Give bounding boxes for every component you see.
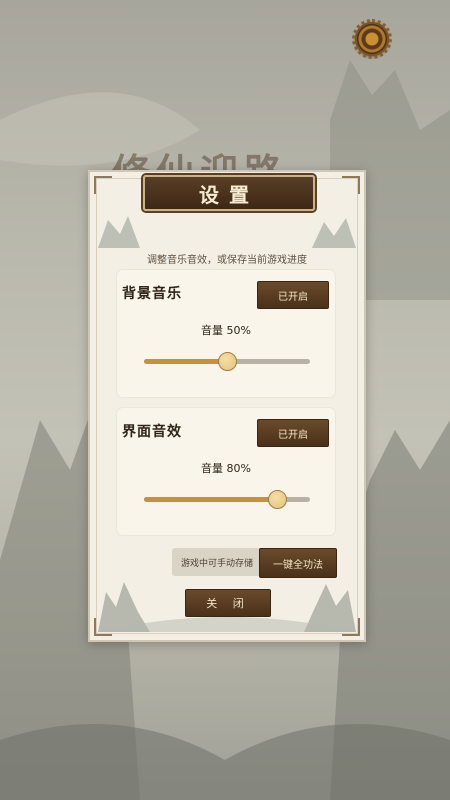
music-slider-thumb[interactable] xyxy=(218,352,237,371)
sfx-volume-slider[interactable] xyxy=(144,490,310,509)
sfx-slider-thumb[interactable] xyxy=(267,490,287,509)
sfx-volume-text: 音量 80% xyxy=(201,462,251,475)
dialog-subtitle: 调整音乐音效，或保存当前游戏进度 xyxy=(147,255,307,266)
sfx-slider-fill xyxy=(144,497,277,502)
dialog-title: 设置 xyxy=(143,175,315,211)
save-hint-text: 游戏中可手动存储 xyxy=(172,548,262,576)
sfx-settings-card: 界面音效 已开启 音量 80% xyxy=(117,408,335,535)
one-click-all-skills-button[interactable]: 一键全功法 xyxy=(259,548,337,578)
music-toggle-button[interactable]: 已开启 xyxy=(257,281,329,309)
music-volume-slider[interactable] xyxy=(144,352,310,371)
corner-ornament xyxy=(94,176,112,194)
music-label: 背景音乐 xyxy=(122,286,182,302)
settings-dialog: 设置 调整音乐音效，或保存当前游戏进度 背景音乐 已开启 音量 50% 界面音效… xyxy=(88,170,366,642)
sfx-toggle-button[interactable]: 已开启 xyxy=(257,419,329,447)
corner-ornament xyxy=(342,176,360,194)
music-slider-fill xyxy=(144,359,227,364)
music-volume-text: 音量 50% xyxy=(201,324,251,337)
save-row: 游戏中可手动存储 一键全功法 xyxy=(172,548,337,578)
sfx-label: 界面音效 xyxy=(122,424,182,440)
gear-icon[interactable] xyxy=(352,19,392,59)
ink-painting-top xyxy=(98,216,356,248)
close-button[interactable]: 关 闭 xyxy=(185,589,271,617)
music-settings-card: 背景音乐 已开启 音量 50% xyxy=(117,270,335,397)
